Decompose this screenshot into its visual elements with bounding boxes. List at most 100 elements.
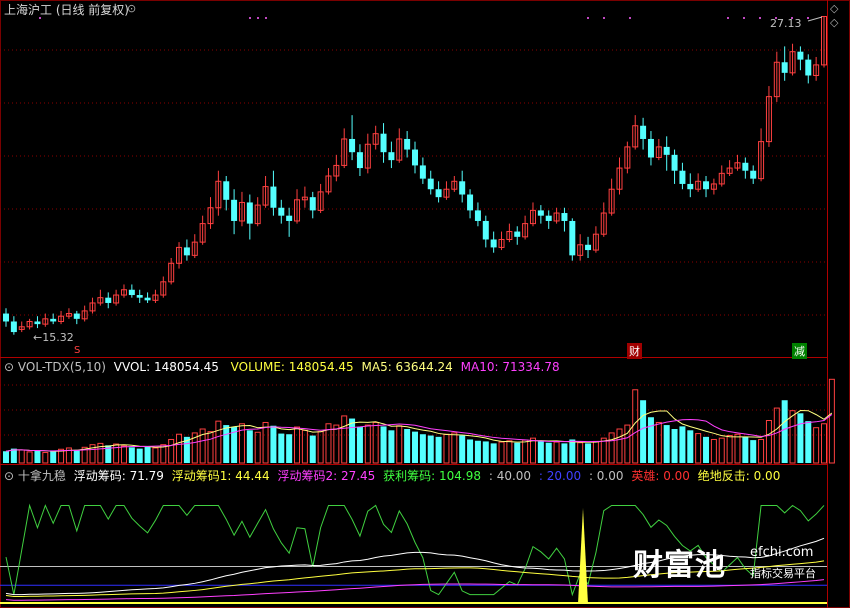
signal-dot bbox=[265, 17, 267, 19]
candle-body bbox=[183, 247, 190, 256]
volume-bar bbox=[356, 427, 363, 463]
volume-bar bbox=[797, 413, 804, 463]
volume-bar bbox=[655, 421, 662, 464]
volume-bar bbox=[26, 451, 33, 464]
candle-body bbox=[309, 197, 316, 211]
candle-body bbox=[569, 220, 576, 256]
volume-bar bbox=[317, 431, 324, 464]
signal-dot bbox=[743, 17, 745, 19]
signal-dot bbox=[603, 17, 605, 19]
volume-bar bbox=[278, 433, 285, 463]
volume-bar bbox=[773, 407, 780, 464]
volume-bar bbox=[412, 431, 418, 463]
volume-bar bbox=[270, 425, 277, 463]
hero-signal: 英雄: 0.00 bbox=[631, 469, 690, 483]
volume-bar bbox=[789, 410, 796, 464]
volume-bar bbox=[176, 433, 183, 464]
candle-body bbox=[435, 189, 442, 198]
volume-bar bbox=[207, 431, 214, 464]
volume-bar bbox=[34, 450, 41, 463]
volume-header: ⊙ VOL-TDX(5,10) VVOL: 148054.45 VOLUME: … bbox=[4, 360, 560, 374]
candle-body bbox=[404, 138, 411, 150]
candle-body bbox=[703, 181, 710, 190]
candle-body bbox=[474, 210, 481, 221]
candle-body bbox=[419, 165, 426, 179]
volume-bar bbox=[553, 441, 560, 464]
volume-bar bbox=[3, 451, 9, 463]
volume-bar bbox=[805, 421, 812, 463]
vol-title[interactable]: VOL-TDX(5,10) bbox=[18, 360, 106, 374]
volume-bar bbox=[734, 433, 741, 464]
comeback-signal: 绝地反击: 0.00 bbox=[697, 469, 781, 483]
candle-body bbox=[805, 59, 812, 76]
volume-bar bbox=[781, 400, 788, 463]
volume-bar bbox=[341, 415, 348, 464]
volume-bar bbox=[703, 436, 710, 463]
volume-bar bbox=[490, 443, 497, 463]
indicator-title[interactable]: 十拿九稳 bbox=[18, 469, 66, 483]
floating-chips: 浮动筹码: 71.79 bbox=[73, 469, 164, 483]
volume-bar bbox=[821, 423, 827, 464]
collapse-icon[interactable]: ⊙ bbox=[4, 360, 14, 374]
volume-bar bbox=[223, 425, 230, 463]
right-axis-border bbox=[827, 0, 828, 608]
candle-body bbox=[356, 152, 363, 169]
volume-bar bbox=[813, 427, 820, 464]
candle-body bbox=[388, 152, 395, 161]
pane-separator bbox=[0, 464, 828, 465]
ma10-value: MA10: 71334.78 bbox=[460, 360, 560, 374]
volume-value: VOLUME: 148054.45 bbox=[230, 360, 354, 374]
volume-bar bbox=[647, 417, 654, 463]
volume-bar bbox=[765, 420, 772, 464]
volume-bar bbox=[537, 441, 544, 463]
volume-bar bbox=[710, 438, 717, 464]
volume-bar bbox=[742, 436, 749, 463]
signal-dot bbox=[727, 17, 729, 19]
volume-bar bbox=[726, 435, 733, 464]
watermark-domain: efchi.com bbox=[750, 545, 814, 560]
collapse-icon[interactable]: ⊙ bbox=[4, 469, 14, 483]
watermark-brand: 财富池 bbox=[633, 548, 726, 583]
volume-bar bbox=[663, 425, 670, 463]
volume-bar bbox=[459, 435, 466, 463]
candle-body bbox=[128, 289, 135, 296]
volume-bar bbox=[695, 433, 702, 464]
candle-body bbox=[514, 231, 521, 237]
candle-body bbox=[781, 62, 788, 73]
candle-body bbox=[679, 170, 686, 184]
candle-body bbox=[380, 133, 387, 153]
candle-body bbox=[231, 199, 238, 221]
candle-body bbox=[50, 318, 57, 322]
collapse-icon[interactable]: ◇ bbox=[830, 16, 838, 29]
volume-bar bbox=[514, 442, 521, 463]
candle-body bbox=[537, 210, 544, 216]
indicator-header: ⊙ 十拿九稳 浮动筹码: 71.79 浮动筹码1: 44.44 浮动筹码2: 2… bbox=[4, 467, 780, 484]
volume-bar bbox=[128, 447, 135, 463]
volume-bar bbox=[474, 440, 481, 463]
price-chart[interactable] bbox=[0, 0, 850, 608]
volume-bar bbox=[419, 434, 426, 463]
volume-bar bbox=[152, 447, 159, 464]
volume-bar bbox=[286, 434, 293, 463]
candle-body bbox=[467, 194, 474, 211]
volume-bar bbox=[246, 430, 253, 463]
volume-bar bbox=[592, 440, 599, 464]
dropdown-icon[interactable]: ⊙ bbox=[127, 2, 136, 15]
level-0: : 0.00 bbox=[588, 469, 624, 483]
candle-body bbox=[10, 321, 17, 333]
signal-dot bbox=[257, 17, 259, 19]
volume-bar bbox=[404, 429, 411, 463]
volume-bar bbox=[396, 425, 403, 464]
candle-body bbox=[750, 170, 757, 179]
candle-body bbox=[663, 146, 670, 155]
candle-body bbox=[797, 51, 804, 60]
volume-bar bbox=[506, 440, 513, 464]
volume-bar bbox=[687, 430, 694, 463]
volume-bar bbox=[215, 420, 222, 464]
candle-body bbox=[671, 154, 678, 171]
volume-bar bbox=[443, 433, 450, 464]
candle-body bbox=[585, 244, 592, 251]
expand-icon[interactable]: ◇ bbox=[830, 2, 838, 15]
candle-body bbox=[73, 313, 80, 319]
chart-title[interactable]: 上海沪工 (日线 前复权) bbox=[4, 1, 129, 18]
